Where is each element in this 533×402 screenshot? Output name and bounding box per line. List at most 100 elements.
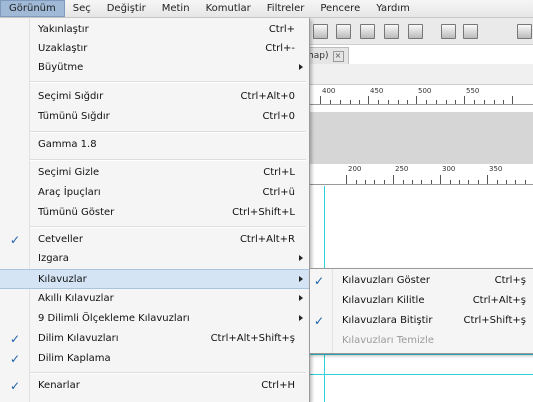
menu-separator	[30, 159, 306, 161]
menu-item-hide-selection[interactable]: Seçimi Gizle Ctrl+L	[0, 163, 309, 183]
menu-select[interactable]: Seç	[65, 0, 99, 17]
menu-item-label: Yakınlaştır	[38, 24, 89, 35]
align-dropdown-icon[interactable]	[463, 24, 478, 39]
menu-separator	[30, 131, 306, 133]
submenu-item-snap-to-guides[interactable]: ✓ Kılavuzlara Bitiştir Ctrl+Shift+ş	[310, 311, 533, 331]
menu-modify[interactable]: Değiştir	[99, 0, 154, 17]
menu-item-gamma[interactable]: Gamma 1.8	[0, 135, 309, 155]
menu-item-label: Tümünü Göster	[38, 207, 115, 218]
ungroup-icon[interactable]	[360, 24, 375, 39]
menu-window[interactable]: Pencere	[312, 0, 368, 17]
view-menu: Yakınlaştır Ctrl+ Uzaklaştır Ctrl+- Büyü…	[0, 18, 310, 402]
menu-item-zoom-out[interactable]: Uzaklaştır Ctrl+-	[0, 39, 309, 59]
align-icon[interactable]	[313, 24, 328, 39]
menu-separator	[30, 226, 306, 228]
menu-item-shortcut: Ctrl+ü	[262, 187, 295, 198]
submenu-item-show-guides[interactable]: ✓ Kılavuzları Göster Ctrl+ş	[310, 271, 533, 291]
menu-item-magnification[interactable]: Büyütme	[0, 58, 309, 78]
menu-item-label: Tümünü Sığdır	[38, 111, 110, 122]
menu-item-label: Uzaklaştır	[38, 43, 88, 54]
menu-item-shortcut: Ctrl+	[268, 24, 295, 35]
submenu-arrow-icon	[299, 315, 303, 321]
menu-item-label: Seçimi Gizle	[38, 167, 100, 178]
more-icon[interactable]	[517, 24, 532, 39]
menu-item-shortcut: Ctrl+Alt+Shift+ş	[210, 333, 295, 344]
submenu-item-label: Kılavuzları Kilitle	[342, 295, 425, 306]
menu-item-shortcut: Ctrl+0	[262, 111, 295, 122]
menu-item-shortcut: Ctrl+Alt+R	[239, 234, 295, 245]
menu-item-fit-all[interactable]: Tümünü Sığdır Ctrl+0	[0, 107, 309, 127]
submenu-item-clear-guides: Kılavuzları Temizle	[310, 331, 533, 351]
ruler-label: 350	[489, 165, 503, 173]
submenu-item-shortcut: Ctrl+Shift+ş	[463, 315, 527, 326]
menu-item-label: Kılavuzlar	[38, 274, 87, 285]
group-icon[interactable]	[336, 24, 351, 39]
submenu-item-shortcut: Ctrl+ş	[494, 275, 526, 286]
distribute-icon[interactable]	[441, 24, 456, 39]
ruler-label: 450	[370, 87, 384, 95]
menu-item-rulers[interactable]: ✓ Cetveller Ctrl+Alt+R	[0, 230, 309, 250]
menu-item-grid[interactable]: Izgara	[0, 249, 309, 269]
menu-text[interactable]: Metin	[154, 0, 198, 17]
ruler-label: 300	[442, 165, 456, 173]
menu-item-label: Dilim Kılavuzları	[38, 333, 119, 344]
ruler-label: 200	[348, 165, 362, 173]
menu-commands[interactable]: Komutlar	[198, 0, 259, 17]
guides-submenu: ✓ Kılavuzları Göster Ctrl+ş Kılavuzları …	[309, 268, 533, 354]
menu-item-edges[interactable]: ✓ Kenarlar Ctrl+H	[0, 376, 309, 396]
menu-item-label: Akıllı Kılavuzlar	[38, 293, 114, 304]
check-icon: ✓	[314, 314, 325, 328]
menu-item-9-slice-guides[interactable]: 9 Dilimli Ölçekleme Kılavuzları	[0, 309, 309, 329]
menu-view[interactable]: Görünüm	[0, 0, 65, 17]
check-icon: ✓	[314, 274, 325, 288]
menu-separator	[30, 372, 306, 374]
menu-item-label: 9 Dilimli Ölçekleme Kılavuzları	[38, 313, 190, 324]
menu-item-slice-guides[interactable]: ✓ Dilim Kılavuzları Ctrl+Alt+Shift+ş	[0, 329, 309, 349]
check-icon: ✓	[10, 379, 21, 393]
close-icon[interactable]: ×	[332, 51, 344, 62]
ruler-second: 200 250 300 350	[300, 165, 533, 185]
menu-item-label: Büyütme	[38, 62, 84, 73]
menu-help[interactable]: Yardım	[368, 0, 418, 17]
menu-item-show-all[interactable]: Tümünü Göster Ctrl+Shift+L	[0, 203, 309, 223]
submenu-arrow-icon	[299, 255, 303, 261]
bring-forward-icon[interactable]	[384, 24, 399, 39]
menu-separator	[30, 81, 306, 83]
menu-item-label: Seçimi Sığdır	[38, 91, 104, 102]
guide-line[interactable]	[300, 354, 533, 355]
submenu-arrow-icon	[299, 295, 303, 301]
menu-item-fit-selection[interactable]: Seçimi Sığdır Ctrl+Alt+0	[0, 87, 309, 107]
submenu-item-lock-guides[interactable]: Kılavuzları Kilitle Ctrl+Alt+ş	[310, 291, 533, 311]
submenu-item-label: Kılavuzları Göster	[342, 275, 430, 286]
menu-item-guides[interactable]: Kılavuzlar	[0, 269, 309, 289]
menu-item-shortcut: Ctrl+L	[263, 167, 295, 178]
menu-item-zoom-in[interactable]: Yakınlaştır Ctrl+	[0, 20, 309, 40]
menu-item-label: Dilim Kaplama	[38, 353, 111, 364]
submenu-item-label: Kılavuzları Temizle	[342, 335, 434, 346]
menu-item-tool-tips[interactable]: Araç İpuçları Ctrl+ü	[0, 183, 309, 203]
menu-item-shortcut: Ctrl+-	[265, 43, 295, 54]
submenu-item-label: Kılavuzlara Bitiştir	[342, 315, 433, 326]
send-backward-icon[interactable]	[408, 24, 423, 39]
ruler-top: 400 450 500 550	[300, 87, 533, 105]
menu-item-label: Izgara	[38, 253, 69, 264]
menu-item-slice-overlay[interactable]: ✓ Dilim Kaplama	[0, 349, 309, 369]
submenu-arrow-icon	[299, 64, 303, 70]
check-icon: ✓	[10, 332, 21, 346]
menu-item-label: Gamma 1.8	[38, 139, 97, 150]
menu-filters[interactable]: Filtreler	[259, 0, 313, 17]
menu-item-label: Kenarlar	[38, 380, 80, 391]
menu-item-label: Cetveller	[38, 234, 83, 245]
guide-line[interactable]	[300, 374, 533, 375]
ruler-label: 250	[395, 165, 409, 173]
ruler-label: 400	[322, 87, 336, 95]
submenu-item-shortcut: Ctrl+Alt+ş	[472, 295, 526, 306]
menu-item-label: Araç İpuçları	[38, 187, 101, 198]
ruler-label: 550	[466, 87, 480, 95]
menu-item-shortcut: Ctrl+Shift+L	[232, 207, 295, 218]
ruler-label: 500	[418, 87, 432, 95]
menu-item-smart-guides[interactable]: Akıllı Kılavuzlar	[0, 289, 309, 309]
check-icon: ✓	[10, 233, 21, 247]
workspace-band	[300, 112, 533, 164]
menubar: Görünüm Seç Değiştir Metin Komutlar Filt…	[0, 0, 533, 18]
